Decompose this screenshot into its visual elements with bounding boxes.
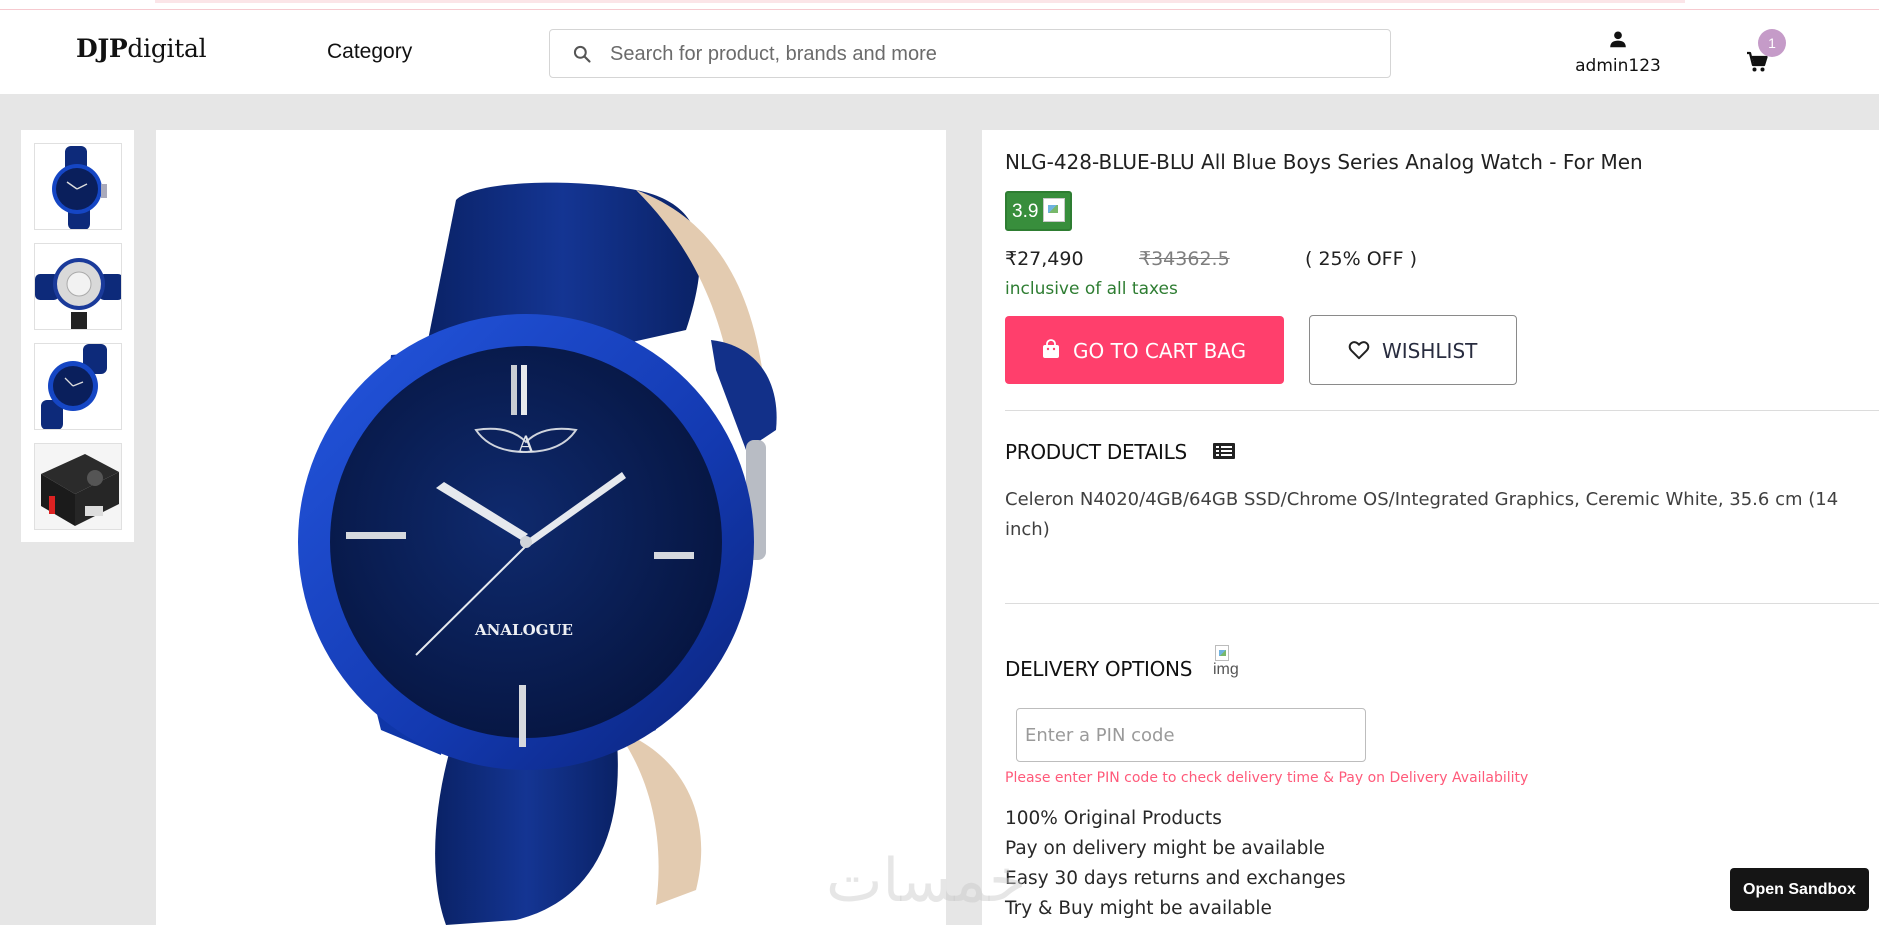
watch-side-thumb xyxy=(41,344,107,429)
delivery-options-heading: DELIVERY OPTIONS xyxy=(1005,657,1193,681)
top-accent-bar xyxy=(0,0,1879,10)
feature-item: Easy 30 days returns and exchanges xyxy=(1005,868,1346,889)
rating-badge: 3.9 xyxy=(1005,191,1072,231)
search-input[interactable] xyxy=(610,39,1370,69)
original-price: ₹34362.5 xyxy=(1139,248,1230,270)
product-details-heading: PRODUCT DETAILS xyxy=(1005,440,1187,464)
feature-item: Try & Buy might be available xyxy=(1005,898,1272,919)
divider-2 xyxy=(1005,603,1879,604)
search-bar[interactable] xyxy=(549,29,1391,78)
wishlist-label: WISHLIST xyxy=(1382,339,1478,363)
heart-icon xyxy=(1348,341,1370,360)
discount-label: ( 25% OFF ) xyxy=(1305,248,1417,270)
watch-image: A ANALOGUE xyxy=(298,182,777,925)
feature-list: 100% Original Products Pay on delivery m… xyxy=(1005,804,1346,924)
watch-box-thumb xyxy=(35,444,121,529)
product-details-text: Celeron N4020/4GB/64GB SSD/Chrome OS/Int… xyxy=(1005,489,1839,540)
rating-value: 3.9 xyxy=(1012,201,1039,222)
divider-1 xyxy=(1005,410,1879,411)
category-menu[interactable]: Category xyxy=(327,40,412,64)
thumbnail-2[interactable] xyxy=(34,243,122,330)
cart-count-badge: 1 xyxy=(1758,29,1786,57)
thumbnail-3[interactable] xyxy=(34,343,122,430)
username-label: admin123 xyxy=(1575,56,1661,76)
open-sandbox-button[interactable]: Open Sandbox xyxy=(1730,868,1869,911)
user-icon xyxy=(1610,31,1626,48)
watermark: خمسات xyxy=(826,846,1027,916)
pin-code-input[interactable] xyxy=(1016,708,1366,762)
svg-text:A: A xyxy=(517,433,535,458)
go-to-cart-label: GO TO CART BAG xyxy=(1073,339,1247,363)
list-icon xyxy=(1213,443,1235,459)
site-header: DJPdigital Category admin123 1 xyxy=(0,10,1879,94)
thumbnail-1[interactable] xyxy=(34,143,122,230)
search-icon xyxy=(573,45,591,63)
thumbnail-4[interactable] xyxy=(34,443,122,530)
bag-icon xyxy=(1043,339,1059,358)
watch-front-thumb xyxy=(52,146,107,229)
pin-code-hint: Please enter PIN code to check delivery … xyxy=(1005,770,1529,786)
product-info-panel: NLG-428-BLUE-BLU All Blue Boys Series An… xyxy=(982,130,1879,925)
feature-item: 100% Original Products xyxy=(1005,808,1222,829)
watch-back-thumb xyxy=(35,258,121,329)
product-title: NLG-428-BLUE-BLU All Blue Boys Series An… xyxy=(1005,150,1643,174)
site-logo[interactable]: DJPdigital xyxy=(76,34,207,63)
thumbnail-strip xyxy=(21,130,134,542)
feature-item: Pay on delivery might be available xyxy=(1005,838,1325,859)
delivery-image-placeholder: img xyxy=(1213,643,1253,681)
tax-note: inclusive of all taxes xyxy=(1005,279,1178,299)
broken-star-image xyxy=(1043,198,1065,222)
user-account[interactable]: admin123 xyxy=(1565,28,1671,76)
go-to-cart-button[interactable]: GO TO CART BAG xyxy=(1005,316,1284,384)
product-image: A ANALOGUE xyxy=(156,130,946,925)
wishlist-button[interactable]: WISHLIST xyxy=(1309,315,1517,385)
delivery-image-alt: img xyxy=(1213,661,1239,678)
broken-image-icon xyxy=(1215,645,1229,661)
watch-dial-text: ANALOGUE xyxy=(474,621,573,639)
selling-price: ₹27,490 xyxy=(1005,248,1084,270)
